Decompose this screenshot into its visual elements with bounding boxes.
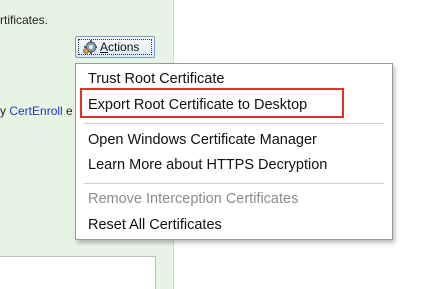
menu-item-reset-all-certificates[interactable]: Reset All Certificates: [88, 217, 222, 233]
menu-item-trust-root-certificate[interactable]: Trust Root Certificate: [88, 71, 224, 87]
panel-inner-box: [0, 256, 156, 289]
menu-separator: [84, 183, 384, 184]
link-prefix: y: [0, 104, 10, 118]
menu-separator: [84, 123, 384, 124]
certenroll-link[interactable]: CertEnroll: [9, 104, 62, 118]
panel-description-text: rtificates.: [0, 13, 49, 27]
actions-button[interactable]: Actions: [75, 36, 155, 58]
menu-item-remove-interception-certificates: Remove Interception Certificates: [88, 191, 299, 207]
menu-item-learn-more-https[interactable]: Learn More about HTTPS Decryption: [88, 157, 327, 173]
focus-rectangle: [78, 39, 152, 55]
panel-link-line: y CertEnroll e: [0, 104, 73, 118]
annotation-highlight-box: [80, 88, 344, 118]
menu-item-open-certificate-manager[interactable]: Open Windows Certificate Manager: [88, 132, 317, 148]
link-suffix: e: [62, 104, 73, 118]
